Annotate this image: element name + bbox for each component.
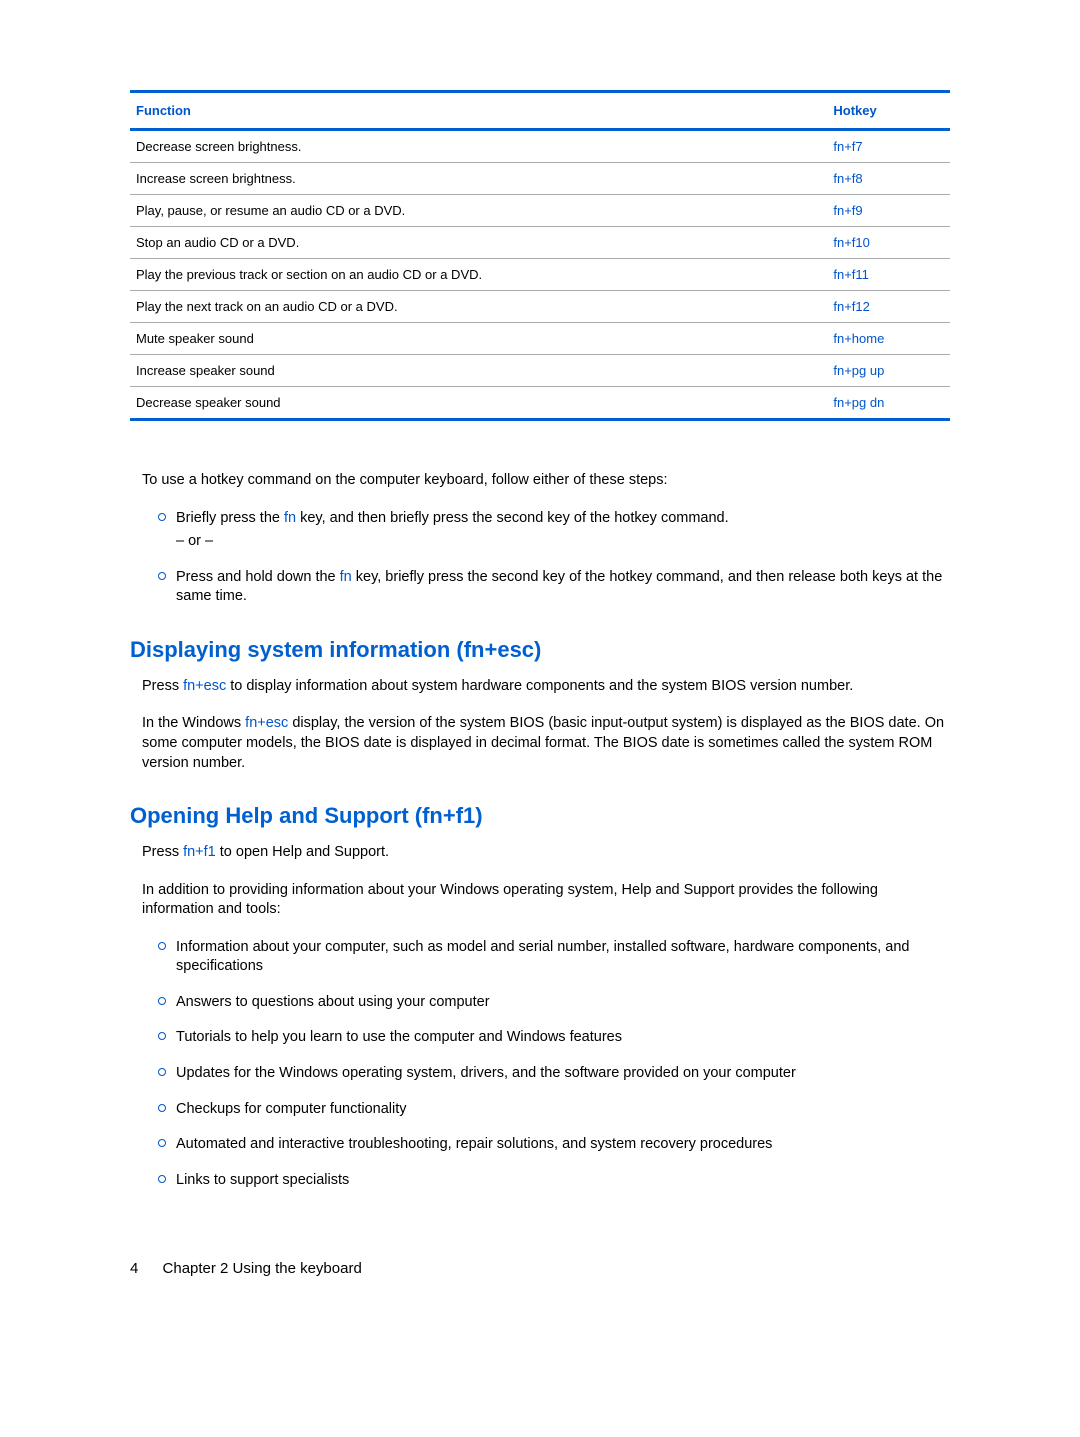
cell-hotkey: fn+pg up: [827, 355, 950, 387]
table-header-function: Function: [130, 92, 827, 130]
cell-function: Stop an audio CD or a DVD.: [130, 227, 827, 259]
s2p1-post: to open Help and Support.: [216, 844, 389, 860]
s1p1-post: to display information about system hard…: [226, 678, 853, 694]
cell-hotkey: fn+f9: [827, 195, 950, 227]
cell-hotkey: fn+f12: [827, 291, 950, 323]
cell-hotkey: fn+f11: [827, 259, 950, 291]
section2-p2: In addition to providing information abo…: [142, 881, 950, 920]
list-item: Automated and interactive troubleshootin…: [176, 1135, 950, 1155]
section1-p2: In the Windows fn+esc display, the versi…: [142, 714, 950, 773]
cell-function: Play the previous track or section on an…: [130, 259, 827, 291]
table-row: Stop an audio CD or a DVD.fn+f10: [130, 227, 950, 259]
s1p1-key: fn+esc: [183, 678, 226, 694]
list-item: Information about your computer, such as…: [176, 938, 950, 977]
steps-list: Briefly press the fn key, and then brief…: [142, 509, 950, 607]
table-row: Play the previous track or section on an…: [130, 259, 950, 291]
cell-function: Play the next track on an audio CD or a …: [130, 291, 827, 323]
cell-function: Increase screen brightness.: [130, 163, 827, 195]
section2-p1: Press fn+f1 to open Help and Support.: [142, 843, 950, 863]
list-item: Links to support specialists: [176, 1171, 950, 1191]
table-row: Mute speaker soundfn+home: [130, 323, 950, 355]
step-item: Briefly press the fn key, and then brief…: [176, 509, 950, 552]
page-number: 4: [130, 1260, 138, 1277]
cell-function: Increase speaker sound: [130, 355, 827, 387]
page-footer: 4 Chapter 2 Using the keyboard: [130, 1260, 950, 1277]
step1-post: key, and then briefly press the second k…: [296, 510, 729, 526]
cell-function: Decrease screen brightness.: [130, 130, 827, 163]
table-row: Play the next track on an audio CD or a …: [130, 291, 950, 323]
cell-hotkey: fn+f10: [827, 227, 950, 259]
section-heading-help-support: Opening Help and Support (fn+f1): [130, 803, 950, 829]
cell-hotkey: fn+f7: [827, 130, 950, 163]
table-row: Increase speaker soundfn+pg up: [130, 355, 950, 387]
hotkey-table: Function Hotkey Decrease screen brightne…: [130, 90, 950, 421]
s1p1-pre: Press: [142, 678, 183, 694]
cell-hotkey: fn+home: [827, 323, 950, 355]
s1p2-key: fn+esc: [245, 715, 288, 731]
s2p1-key: fn+f1: [183, 844, 216, 860]
step1-pre: Briefly press the: [176, 510, 284, 526]
table-body: Decrease screen brightness.fn+f7Increase…: [130, 130, 950, 420]
help-list: Information about your computer, such as…: [142, 938, 950, 1191]
s1p2-pre: In the Windows: [142, 715, 245, 731]
list-item: Updates for the Windows operating system…: [176, 1064, 950, 1084]
list-item: Checkups for computer functionality: [176, 1100, 950, 1120]
cell-function: Play, pause, or resume an audio CD or a …: [130, 195, 827, 227]
cell-hotkey: fn+pg dn: [827, 387, 950, 420]
cell-function: Mute speaker sound: [130, 323, 827, 355]
section-heading-system-info: Displaying system information (fn+esc): [130, 637, 950, 663]
cell-function: Decrease speaker sound: [130, 387, 827, 420]
list-item: Answers to questions about using your co…: [176, 993, 950, 1013]
cell-hotkey: fn+f8: [827, 163, 950, 195]
s2p1-pre: Press: [142, 844, 183, 860]
chapter-label: Chapter 2 Using the keyboard: [163, 1260, 362, 1277]
document-page: Function Hotkey Decrease screen brightne…: [0, 0, 1080, 1327]
table-row: Decrease speaker soundfn+pg dn: [130, 387, 950, 420]
step2-key: fn: [340, 569, 352, 585]
or-separator: – or –: [176, 532, 950, 552]
table-row: Decrease screen brightness.fn+f7: [130, 130, 950, 163]
table-row: Play, pause, or resume an audio CD or a …: [130, 195, 950, 227]
step-item: Press and hold down the fn key, briefly …: [176, 568, 950, 607]
intro-text: To use a hotkey command on the computer …: [142, 471, 950, 491]
table-header-hotkey: Hotkey: [827, 92, 950, 130]
section1-p1: Press fn+esc to display information abou…: [142, 677, 950, 697]
step1-key: fn: [284, 510, 296, 526]
step2-pre: Press and hold down the: [176, 569, 340, 585]
list-item: Tutorials to help you learn to use the c…: [176, 1028, 950, 1048]
table-row: Increase screen brightness.fn+f8: [130, 163, 950, 195]
